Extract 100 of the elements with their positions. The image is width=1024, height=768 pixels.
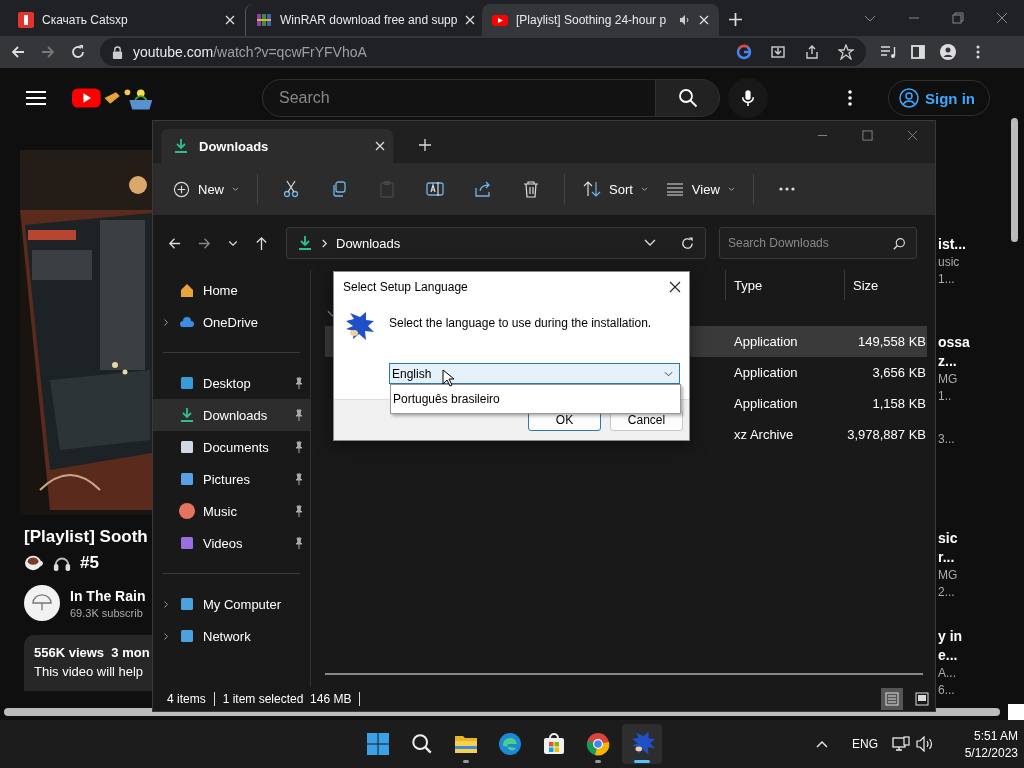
pin-icon[interactable] (294, 473, 304, 485)
microphone-button[interactable] (728, 78, 768, 118)
related-video-text: r... (937, 549, 956, 565)
view-button[interactable]: View (659, 172, 741, 206)
forward-icon[interactable] (40, 44, 56, 60)
google-icon[interactable] (736, 44, 752, 60)
language-indicator[interactable]: ENG (852, 737, 878, 751)
nav-item[interactable]: Downloads (153, 399, 310, 431)
pin-icon[interactable] (294, 505, 304, 517)
column-header[interactable]: Type (725, 270, 844, 300)
sort-button[interactable]: Sort (577, 172, 654, 206)
expand-icon[interactable] (163, 631, 169, 641)
new-button[interactable]: New (167, 172, 245, 206)
dialog-title: Select Setup Language (343, 279, 468, 294)
music-icon (179, 503, 195, 519)
column-header[interactable]: Size (844, 270, 923, 300)
search-field[interactable]: Search Downloads (719, 227, 917, 259)
home-icon (179, 282, 195, 298)
language-dropdown[interactable]: English (389, 363, 680, 384)
volume-icon[interactable] (916, 736, 934, 752)
restore-icon[interactable] (952, 12, 964, 24)
download-icon (179, 407, 195, 423)
channel-avatar[interactable] (24, 585, 60, 621)
clock-time[interactable]: 5:51 AM (974, 728, 1018, 743)
close-icon[interactable] (669, 280, 681, 293)
sidepanel-icon[interactable] (910, 44, 926, 60)
channel-name[interactable]: In The Rain (70, 587, 146, 604)
cloud-icon (179, 314, 195, 330)
new-tab-icon[interactable] (729, 13, 742, 26)
back-icon[interactable] (10, 44, 26, 60)
scrollbar[interactable] (325, 673, 923, 675)
chevron-right-icon[interactable] (321, 238, 328, 248)
coffee-cup-icon (24, 554, 44, 572)
new-icon (173, 180, 190, 198)
refresh-icon[interactable] (680, 235, 695, 251)
delete-icon (522, 180, 540, 198)
reload-icon[interactable] (70, 44, 86, 60)
nav-item[interactable]: Music (153, 495, 310, 527)
description-box[interactable]: 556K views 3 mon This video will help (24, 635, 152, 691)
nav-item[interactable]: Home (153, 274, 310, 306)
browser-tab[interactable]: [Playlist] Soothing 24-hour p (482, 4, 719, 36)
setup-taskbar-button[interactable] (622, 724, 662, 764)
nav-item[interactable]: Videos (153, 527, 310, 559)
new-tab-icon[interactable] (419, 139, 431, 151)
nav-label: Downloads (203, 407, 268, 423)
table-cell-text: 3,978,887 KB (846, 427, 926, 442)
browser-tab[interactable]: Скачать Catsxp (8, 4, 245, 36)
edge-app-icon (498, 732, 522, 756)
chrome-app-icon (586, 732, 610, 756)
chevron-up-icon[interactable] (816, 740, 828, 748)
explorer-tab[interactable]: Downloads (161, 129, 393, 163)
related-video-text: y in (937, 628, 964, 644)
network-icon[interactable] (892, 736, 910, 752)
maximize-icon[interactable] (862, 130, 873, 141)
menu-icon[interactable] (26, 90, 46, 106)
related-video-text: ist... (937, 236, 967, 252)
pin-icon[interactable] (294, 441, 304, 453)
pin-icon[interactable] (294, 409, 304, 421)
related-video-text: 1... (937, 272, 956, 286)
share-icon[interactable] (804, 44, 820, 60)
search-field[interactable]: Search (262, 79, 656, 117)
related-video-text: 6... (937, 683, 956, 697)
video-title: [Playlist] Sooth (24, 527, 149, 547)
expand-icon[interactable] (163, 599, 169, 609)
path-segment[interactable]: Downloads (336, 235, 401, 251)
up-icon[interactable] (254, 235, 269, 251)
address-bar[interactable]: youtube.com/watch?v=qcwFrYFVhoA (100, 38, 866, 66)
tab-title: [Playlist] Soothing 24-hour p (516, 13, 668, 27)
scrollbar[interactable] (1011, 118, 1018, 242)
selected-value: English (392, 366, 432, 381)
hashtag[interactable]: #5 (80, 553, 99, 573)
nav-item[interactable]: Network (153, 620, 310, 652)
table-cell-text: 1,158 KB (871, 396, 926, 411)
pin-icon[interactable] (294, 537, 304, 549)
nav-item[interactable]: OneDrive (153, 306, 310, 338)
pin-icon[interactable] (294, 377, 304, 389)
nav-item[interactable]: My Computer (153, 588, 310, 620)
user-icon (899, 88, 919, 108)
install-icon[interactable] (770, 44, 786, 60)
profile-icon[interactable] (940, 44, 956, 60)
address-bar[interactable]: Downloads (286, 227, 706, 259)
nav-item[interactable]: Desktop (153, 367, 310, 399)
nav-item[interactable]: Documents (153, 431, 310, 463)
preview-icon (915, 692, 929, 706)
media-icon[interactable] (880, 44, 896, 60)
copy-icon (330, 180, 348, 198)
clock-date[interactable]: 5/12/2023 (964, 745, 1018, 760)
table-cell-text: 149,558 KB (857, 334, 926, 349)
expand-icon[interactable] (163, 317, 169, 327)
nav-item[interactable]: Pictures (153, 463, 310, 495)
subscriber-count: 69.3K subscrib (70, 606, 144, 619)
dropdown-option[interactable]: Português brasileiro (391, 392, 680, 406)
search-icon (893, 236, 906, 250)
more-icon[interactable] (848, 90, 852, 106)
star-icon[interactable] (838, 44, 854, 60)
computer-icon (179, 596, 195, 612)
lock-icon (112, 45, 123, 59)
search-button[interactable] (656, 79, 720, 117)
details-view-button[interactable] (881, 688, 903, 710)
caret-icon (664, 370, 673, 377)
